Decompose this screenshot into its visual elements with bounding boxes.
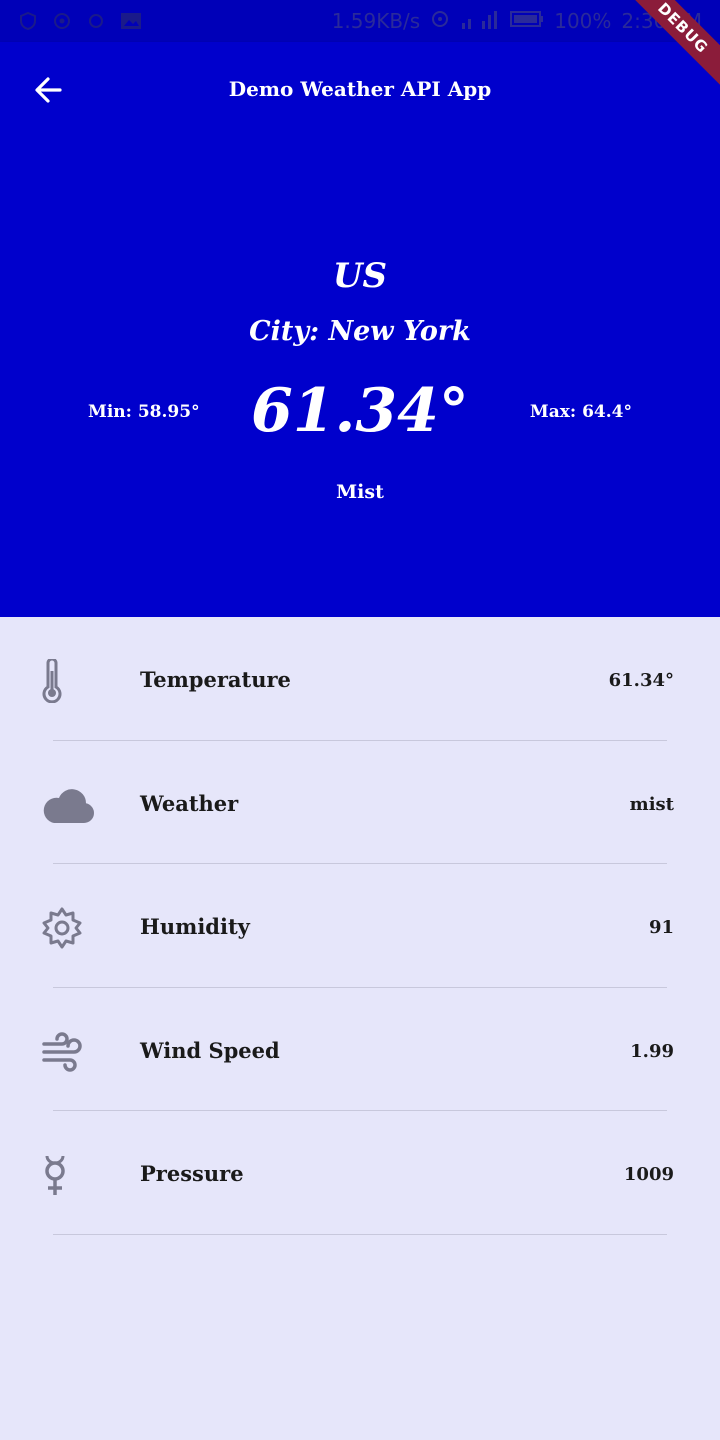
divider bbox=[53, 1233, 667, 1235]
weather-summary: US City: New York Min: 58.95° 61.34° Max… bbox=[0, 136, 720, 617]
weather-description: Mist bbox=[336, 481, 384, 503]
list-item-wind-speed[interactable]: Wind Speed 1.99 bbox=[0, 988, 720, 1111]
detail-value: 61.34° bbox=[608, 670, 674, 691]
city-name: City: New York bbox=[249, 316, 471, 347]
detail-label: Wind Speed bbox=[140, 1037, 280, 1063]
thermometer-icon bbox=[40, 657, 100, 705]
list-item-weather[interactable]: Weather mist bbox=[0, 741, 720, 864]
image-icon bbox=[120, 11, 141, 31]
cloud-icon bbox=[40, 781, 100, 829]
app-bar: Demo Weather API App bbox=[0, 42, 720, 136]
detail-label: Weather bbox=[140, 790, 239, 816]
back-button[interactable] bbox=[24, 66, 72, 114]
hotspot-icon bbox=[430, 9, 450, 34]
detail-value: 1009 bbox=[623, 1164, 674, 1185]
app-title: Demo Weather API App bbox=[228, 77, 492, 101]
wind-icon bbox=[40, 1028, 100, 1076]
detail-label: Temperature bbox=[140, 667, 291, 692]
mercury-icon bbox=[40, 1151, 100, 1199]
details-list: Temperature 61.34° Weather mist Humidity… bbox=[0, 617, 720, 1235]
detail-label: Humidity bbox=[140, 914, 250, 939]
max-temperature: Max: 64.4° bbox=[529, 402, 632, 422]
detail-value: mist bbox=[629, 793, 674, 815]
status-bar: 1.59KB/s 100% 2:30 PM bbox=[0, 0, 720, 42]
battery-icon bbox=[510, 9, 544, 33]
temperature-row: Min: 58.95° 61.34° Max: 64.4° bbox=[0, 376, 720, 456]
network-speed: 1.59KB/s bbox=[331, 9, 421, 33]
sun-icon bbox=[86, 11, 106, 31]
detail-value: 1.99 bbox=[630, 1040, 674, 1062]
list-item-humidity[interactable]: Humidity 91 bbox=[0, 864, 720, 988]
settings-icon bbox=[52, 11, 72, 31]
shield-icon bbox=[18, 11, 38, 31]
list-item-pressure[interactable]: Pressure 1009 bbox=[0, 1111, 720, 1235]
status-left-icons bbox=[18, 11, 141, 31]
country-name: US bbox=[332, 256, 388, 296]
gear-icon bbox=[40, 904, 100, 952]
list-item-temperature[interactable]: Temperature 61.34° bbox=[0, 617, 720, 741]
arrow-left-icon bbox=[35, 77, 62, 103]
battery-level: 100% bbox=[554, 9, 612, 33]
detail-label: Pressure bbox=[140, 1161, 244, 1186]
signal-icon bbox=[460, 9, 500, 34]
detail-value: 91 bbox=[648, 917, 674, 938]
